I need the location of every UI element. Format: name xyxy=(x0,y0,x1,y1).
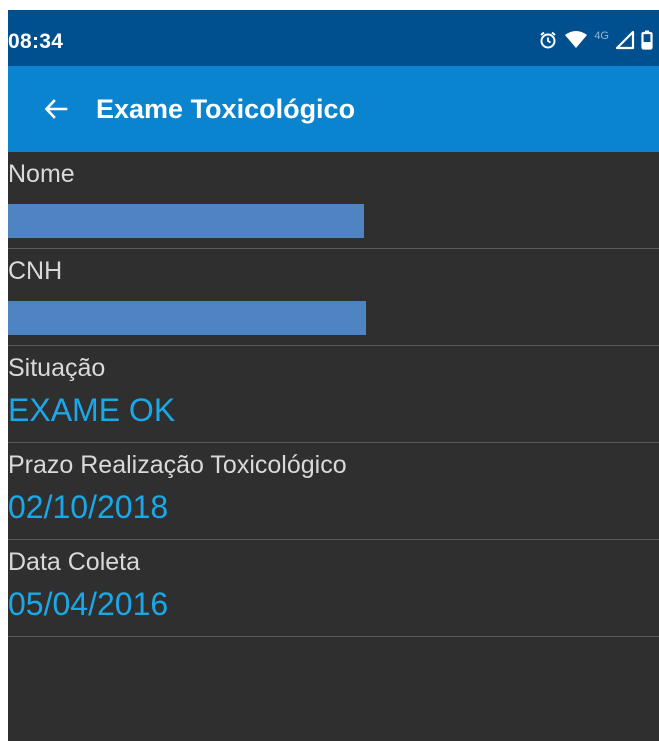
alarm-icon xyxy=(538,30,558,50)
status-bar: 08:34 4G xyxy=(8,10,659,66)
back-button[interactable] xyxy=(26,79,86,139)
field-data-coleta: Data Coleta 05/04/2016 xyxy=(8,540,659,637)
signal-icon xyxy=(615,30,635,50)
status-time: 08:34 xyxy=(8,30,64,53)
field-cnh: CNH xyxy=(8,249,659,346)
details-list: Nome CNH Situação EXAME OK Prazo Realiza… xyxy=(8,152,659,637)
redacted-value xyxy=(8,204,364,238)
field-prazo: Prazo Realização Toxicológico 02/10/2018 xyxy=(8,443,659,540)
battery-icon xyxy=(641,30,653,50)
field-value: 02/10/2018 xyxy=(8,489,169,525)
page-title: Exame Toxicológico xyxy=(96,93,356,124)
network-type-label: 4G xyxy=(594,30,609,42)
field-value: 05/04/2016 xyxy=(8,586,169,622)
arrow-left-icon xyxy=(44,99,68,119)
field-label: CNH xyxy=(8,257,63,285)
wifi-icon xyxy=(564,30,588,50)
field-label: Situação xyxy=(8,354,106,382)
field-label: Data Coleta xyxy=(8,548,141,576)
redacted-value xyxy=(8,301,366,335)
field-value: EXAME OK xyxy=(8,392,176,428)
field-situacao: Situação EXAME OK xyxy=(8,346,659,443)
field-label: Prazo Realização Toxicológico xyxy=(8,451,347,479)
field-label: Nome xyxy=(8,160,75,188)
field-nome: Nome xyxy=(8,152,659,249)
app-screen: 08:34 4G Exame Toxicológico Nome CNH Sit… xyxy=(8,10,659,741)
app-toolbar: Exame Toxicológico xyxy=(8,66,659,152)
status-icons: 4G xyxy=(538,26,653,50)
